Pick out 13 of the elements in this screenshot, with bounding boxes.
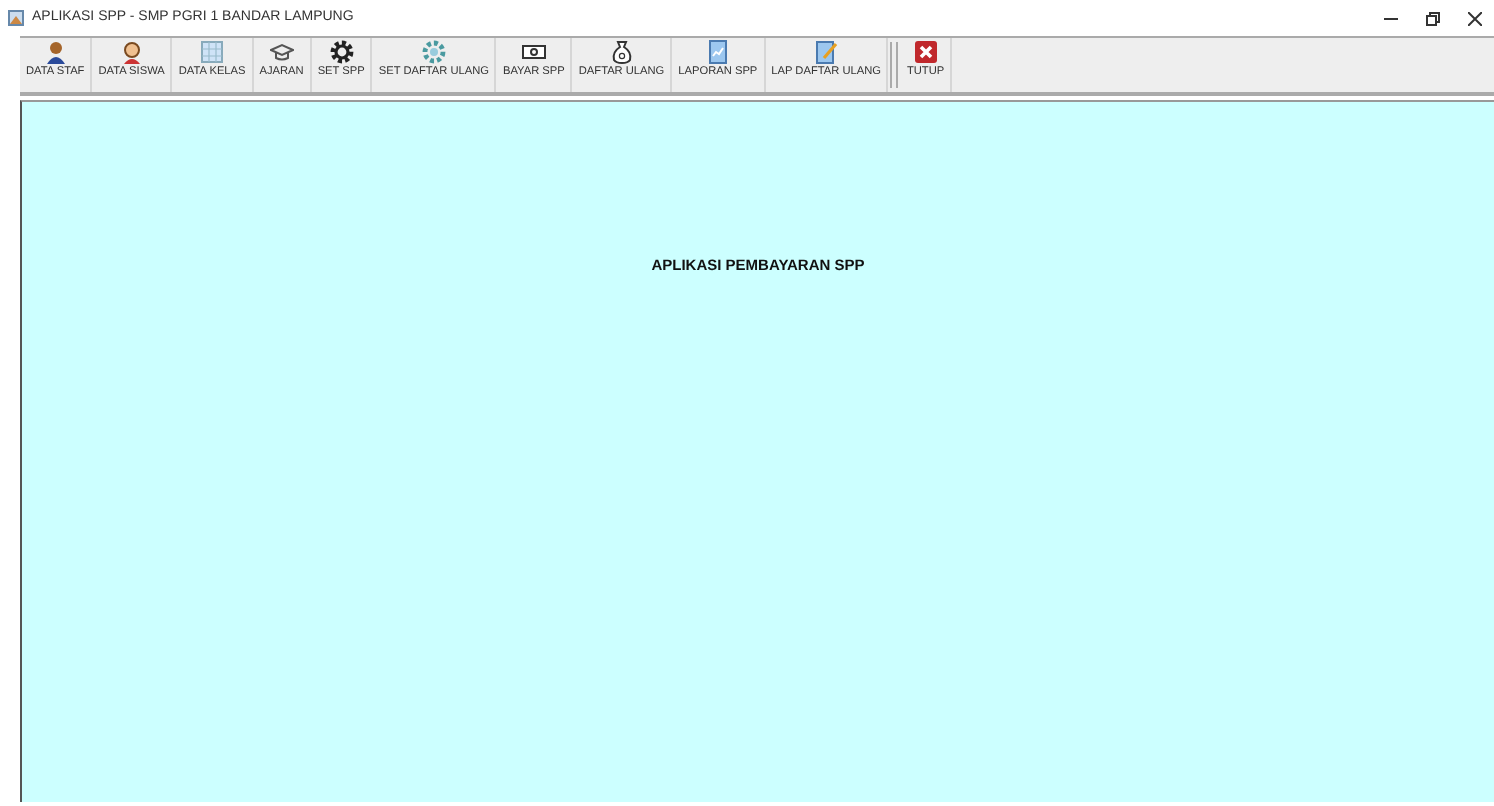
notepad-edit-icon — [814, 40, 839, 64]
person-icon — [43, 40, 68, 64]
student-icon — [119, 40, 144, 64]
banknote-icon — [521, 40, 546, 64]
restore-icon[interactable] — [1426, 11, 1440, 25]
gear-icon — [421, 40, 446, 64]
close-icon[interactable] — [1468, 11, 1482, 25]
graduation-cap-icon — [269, 40, 294, 64]
gear-icon — [329, 40, 354, 64]
close-icon — [913, 40, 938, 64]
money-bag-icon — [609, 40, 634, 64]
grid-icon — [200, 40, 225, 64]
document-icon — [705, 40, 730, 64]
